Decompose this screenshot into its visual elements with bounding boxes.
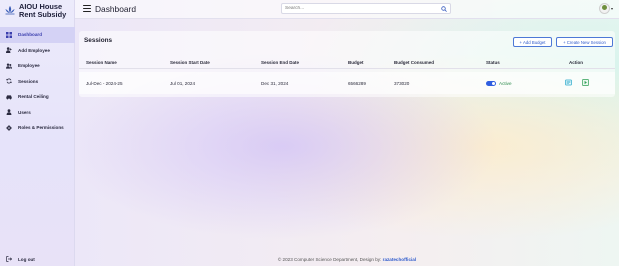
column-header-end-date: Session End Date xyxy=(261,60,300,65)
grid-icon xyxy=(6,31,12,38)
hamburger-menu-icon[interactable] xyxy=(83,5,91,12)
brand-title: AIOU House Rent Subsidy xyxy=(19,2,67,20)
sidebar-item-label: Rental Ceiling xyxy=(18,94,49,100)
search-input[interactable] xyxy=(285,4,435,13)
car-icon xyxy=(6,95,12,100)
page-title: Dashboard xyxy=(95,4,136,14)
column-header-status: Status xyxy=(486,60,500,65)
sidebar-item-roles-permissions[interactable]: Roles & Permissions xyxy=(0,120,75,136)
sidebar-nav: Dashboard Add Employee Employee Sessions… xyxy=(0,27,75,136)
gear-icon xyxy=(6,124,12,131)
table-header: Session Name Session Start Date Session … xyxy=(79,58,615,69)
logout-button[interactable]: Log out xyxy=(6,256,35,262)
footer-text: © 2023 Computer Science Department, Desi… xyxy=(277,257,382,262)
user-icon xyxy=(6,109,12,116)
sidebar-item-users[interactable]: Users xyxy=(0,105,75,121)
search-icon[interactable] xyxy=(441,5,447,12)
status-toggle[interactable] xyxy=(486,81,496,86)
sidebar-item-dashboard[interactable]: Dashboard xyxy=(0,27,75,43)
sessions-card: Sessions + Add Budget + Create New Sessi… xyxy=(79,31,615,97)
view-details-icon[interactable] xyxy=(565,79,572,86)
footer: © 2023 Computer Science Department, Desi… xyxy=(75,257,619,262)
sidebar-item-label: Roles & Permissions xyxy=(18,125,64,131)
logout-icon xyxy=(6,256,12,262)
footer-link[interactable]: razatechofficial xyxy=(383,257,416,262)
sidebar-item-label: Add Employee xyxy=(18,47,50,53)
chevron-down-icon xyxy=(611,7,613,10)
avatar xyxy=(599,3,610,14)
lotus-logo-icon xyxy=(5,6,15,15)
create-new-session-button[interactable]: + Create New Session xyxy=(556,37,613,47)
users-icon xyxy=(6,63,12,69)
top-bar: Dashboard xyxy=(75,0,619,19)
cell-end-date: Dec 31, 2024 xyxy=(261,81,289,86)
open-session-icon[interactable] xyxy=(582,79,589,86)
sessions-title: Sessions xyxy=(84,37,113,44)
sync-icon xyxy=(6,78,12,84)
cell-status: Active xyxy=(486,81,512,86)
sidebar-item-label: Dashboard xyxy=(18,32,42,38)
column-header-budget: Budget xyxy=(348,60,364,65)
sidebar: AIOU House Rent Subsidy Dashboard Add Em… xyxy=(0,0,75,266)
sidebar-item-label: Employee xyxy=(18,63,40,69)
add-budget-button[interactable]: + Add Budget xyxy=(513,37,552,47)
search-box xyxy=(281,3,451,14)
sidebar-item-rental-ceiling[interactable]: Rental Ceiling xyxy=(0,89,75,105)
sidebar-item-label: Sessions xyxy=(18,78,39,84)
row-actions xyxy=(565,79,589,86)
user-menu[interactable] xyxy=(599,3,613,14)
add-user-icon xyxy=(6,47,12,54)
brand-title-line2: Rent Subsidy xyxy=(19,10,67,20)
status-badge: Active xyxy=(499,81,512,86)
sidebar-item-label: Users xyxy=(18,109,31,115)
sidebar-item-add-employee[interactable]: Add Employee xyxy=(0,43,75,59)
logout-label: Log out xyxy=(18,256,35,262)
sidebar-item-sessions[interactable]: Sessions xyxy=(0,74,75,90)
column-header-budget-consumed: Budget Consumed xyxy=(394,60,434,65)
cell-budget-consumed: 373020 xyxy=(394,81,410,86)
column-header-action: Action xyxy=(569,60,583,65)
sidebar-item-employee[interactable]: Employee xyxy=(0,58,75,74)
column-header-start-date: Session Start Date xyxy=(170,60,210,65)
column-header-session-name: Session Name xyxy=(86,60,117,65)
cell-start-date: Jul 01, 2024 xyxy=(170,81,196,86)
cell-budget: 6566289 xyxy=(348,81,366,86)
brand: AIOU House Rent Subsidy xyxy=(4,2,67,20)
table-row: Jul-Dec - 2024-25 Jul 01, 2024 Dec 31, 2… xyxy=(79,72,615,94)
cell-session-name: Jul-Dec - 2024-25 xyxy=(86,81,123,86)
